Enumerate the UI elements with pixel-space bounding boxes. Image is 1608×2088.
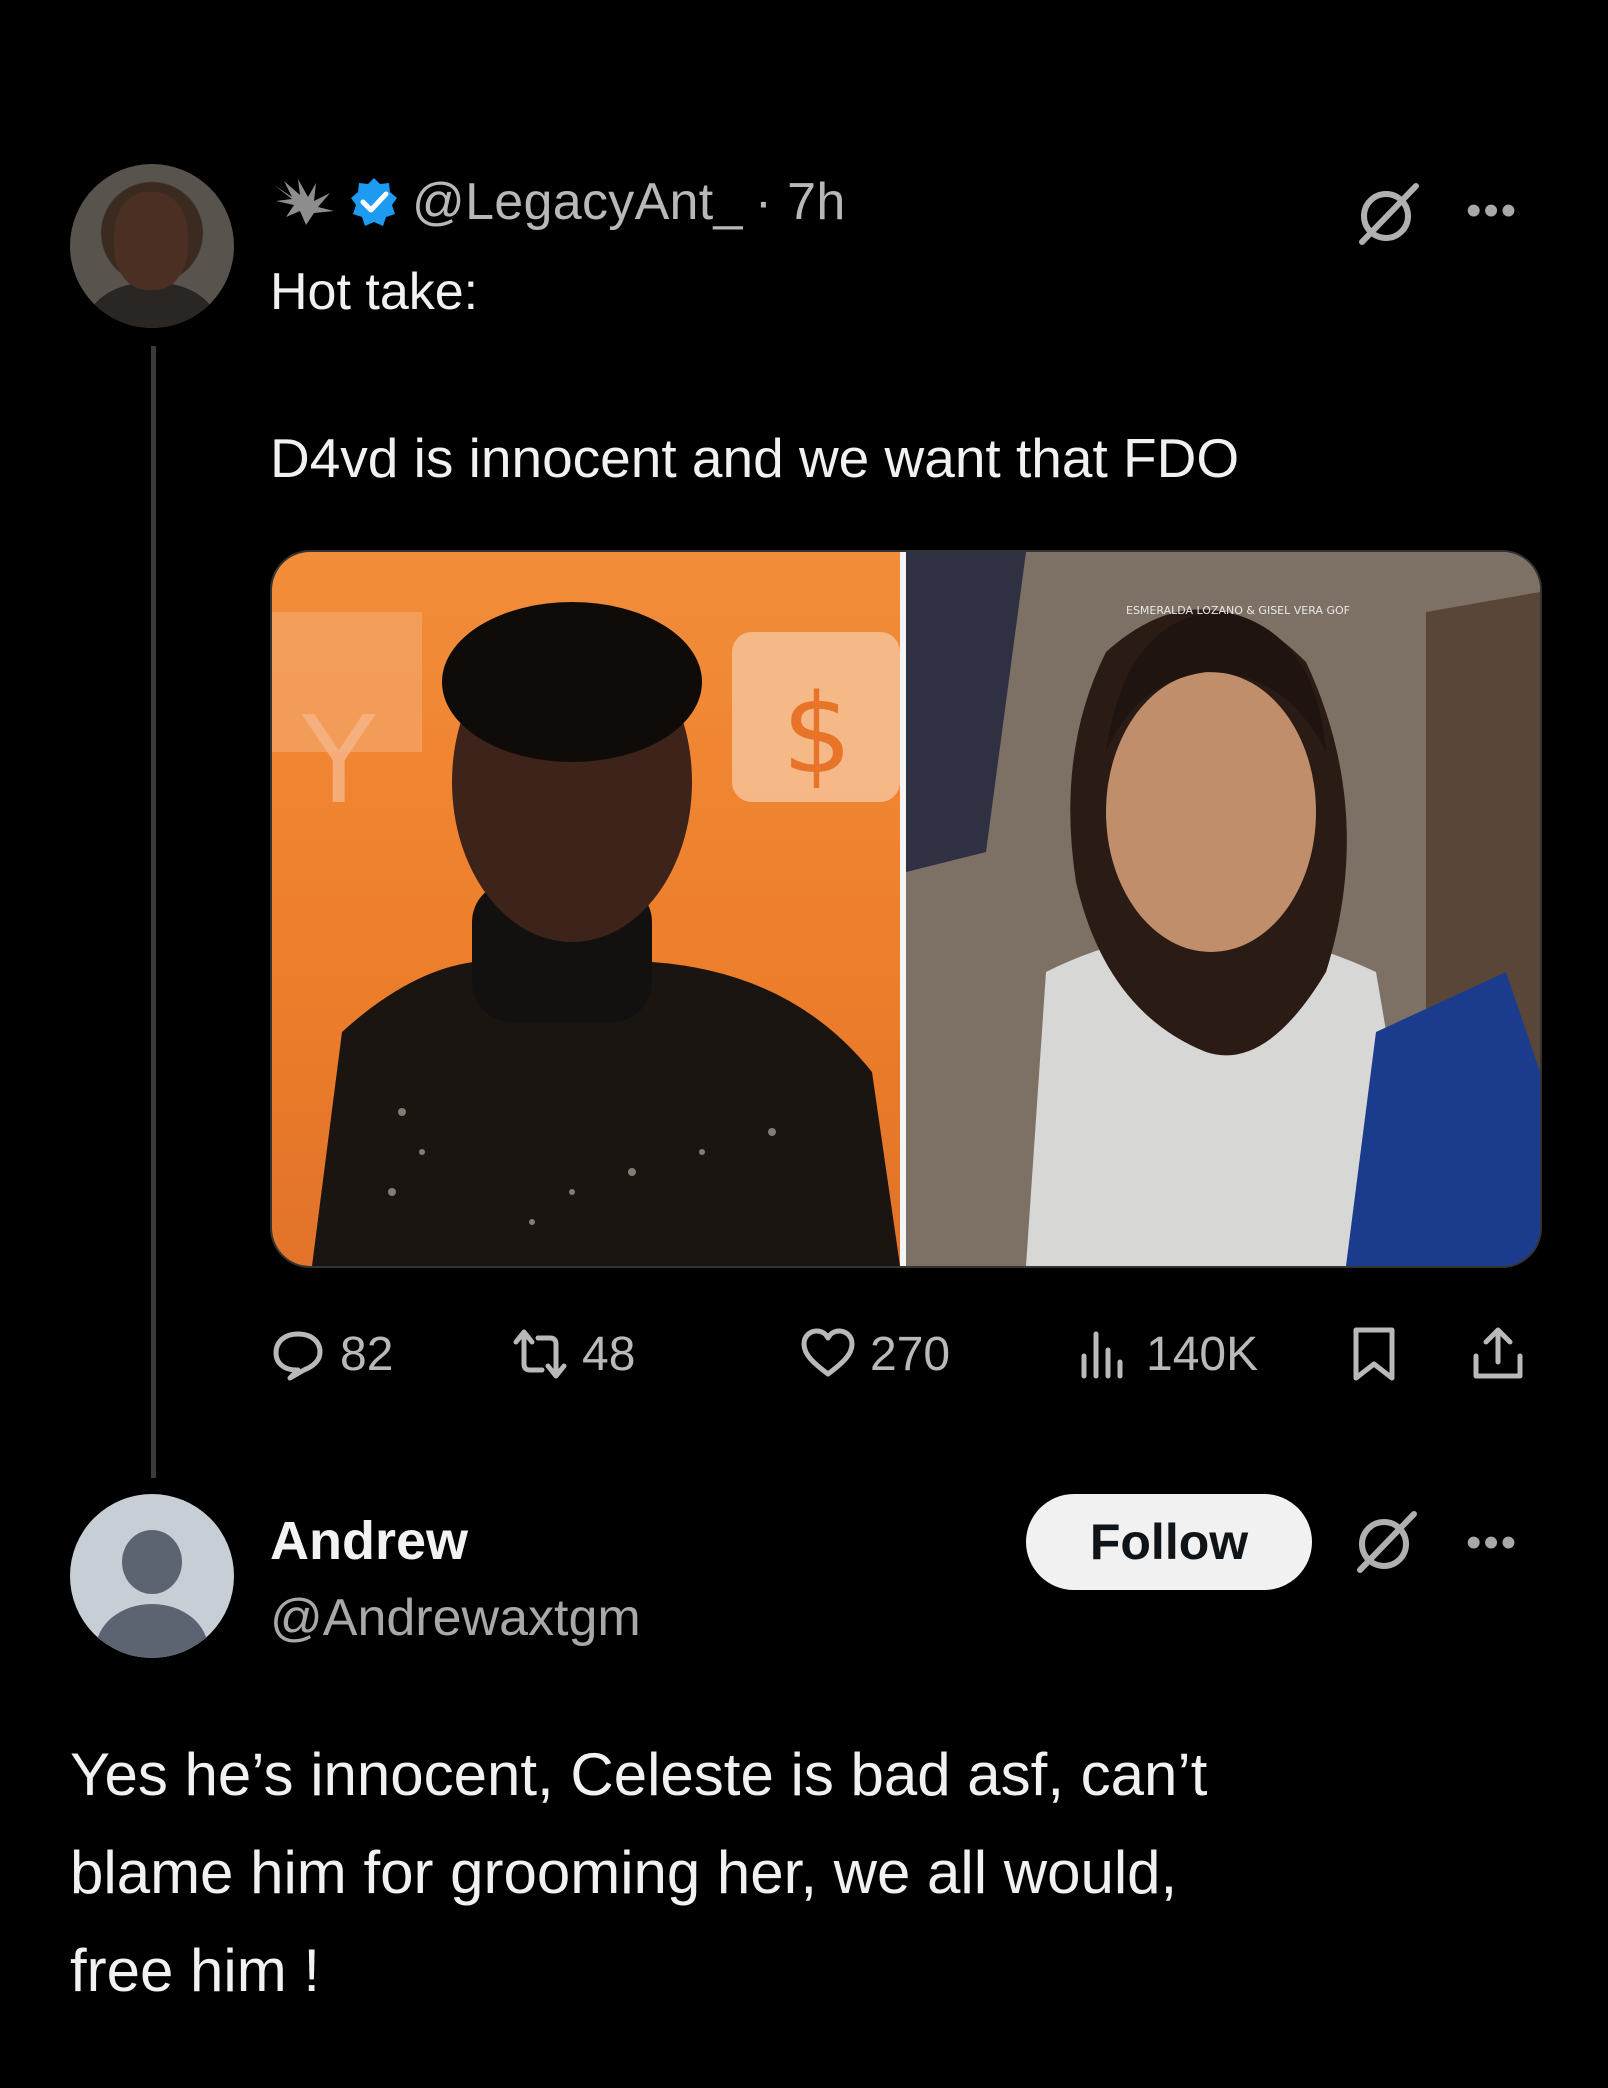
avatar-face <box>114 192 188 290</box>
plant-icon <box>274 179 334 225</box>
media-photo-left-drawing: Y $ <box>272 602 900 1266</box>
media-photo-right: ESMERALDA LOZANO & GISEL VERA GOF <box>906 552 1540 1266</box>
like-action[interactable]: 270 <box>800 1326 950 1382</box>
bookmark-icon <box>1353 1327 1395 1381</box>
reply-author-name[interactable]: Andrew <box>270 1510 468 1572</box>
tweet-text-line-2: D4vd is innocent and we want that FDO <box>270 427 1240 489</box>
default-avatar-head <box>122 1530 182 1594</box>
reply-text-line-2: blame him for grooming her, we all would… <box>70 1839 1178 1906</box>
grok-icon[interactable] <box>1350 1506 1422 1578</box>
reply-text: Yes he’s innocent, Celeste is bad asf, c… <box>70 1726 1550 2020</box>
tweet-actions: 82 48 270 140K <box>270 1326 1538 1390</box>
author-handle[interactable]: @LegacyAnt_ <box>412 172 743 232</box>
backdrop-dollar: $ <box>782 670 852 798</box>
backdrop-sign: Y <box>301 692 376 831</box>
default-avatar-body <box>96 1604 208 1658</box>
follow-button[interactable]: Follow <box>1026 1494 1312 1590</box>
reply-action[interactable]: 82 <box>270 1326 393 1382</box>
bookmark-action[interactable] <box>1346 1326 1402 1382</box>
reply-count: 82 <box>340 1327 394 1381</box>
more-options-icon[interactable]: ••• <box>1466 186 1518 236</box>
more-options-icon[interactable]: ••• <box>1466 1518 1518 1568</box>
share-icon <box>1473 1327 1523 1379</box>
reply-icon <box>273 1331 323 1381</box>
reply-author-handle[interactable]: @Andrewaxtgm <box>270 1588 641 1648</box>
tweet-header: @LegacyAnt_ · 7h <box>270 172 846 232</box>
media-photo-left: Y $ <box>272 552 900 1266</box>
image-caption: ESMERALDA LOZANO & GISEL VERA GOF <box>1126 604 1350 617</box>
views-icon <box>1081 1331 1123 1379</box>
thread-connector-line <box>151 346 156 1478</box>
reply-text-line-3: free him ! <box>70 1937 321 2004</box>
reply-text-line-1: Yes he’s innocent, Celeste is bad asf, c… <box>70 1741 1208 1808</box>
repost-action[interactable]: 48 <box>512 1326 635 1382</box>
repost-count: 48 <box>582 1327 636 1381</box>
like-count: 270 <box>870 1327 951 1381</box>
media-photo-right-drawing: ESMERALDA LOZANO & GISEL VERA GOF <box>906 552 1540 1266</box>
views-action[interactable]: 140K <box>1076 1326 1258 1382</box>
tweet-text-line-1: Hot take: <box>270 263 479 321</box>
tweet-media-image[interactable]: Y $ ESMERALDA LOZANO & GISEL VERA GOF <box>270 550 1542 1268</box>
share-action[interactable] <box>1470 1326 1526 1382</box>
views-count: 140K <box>1146 1327 1259 1381</box>
tweet-time[interactable]: · 7h <box>755 172 846 232</box>
grok-icon[interactable] <box>1352 178 1424 250</box>
reply-avatar[interactable] <box>70 1494 234 1658</box>
like-icon <box>801 1328 855 1377</box>
verified-badge-icon <box>351 178 397 226</box>
repost-icon <box>513 1329 567 1379</box>
author-avatar[interactable] <box>70 164 234 328</box>
